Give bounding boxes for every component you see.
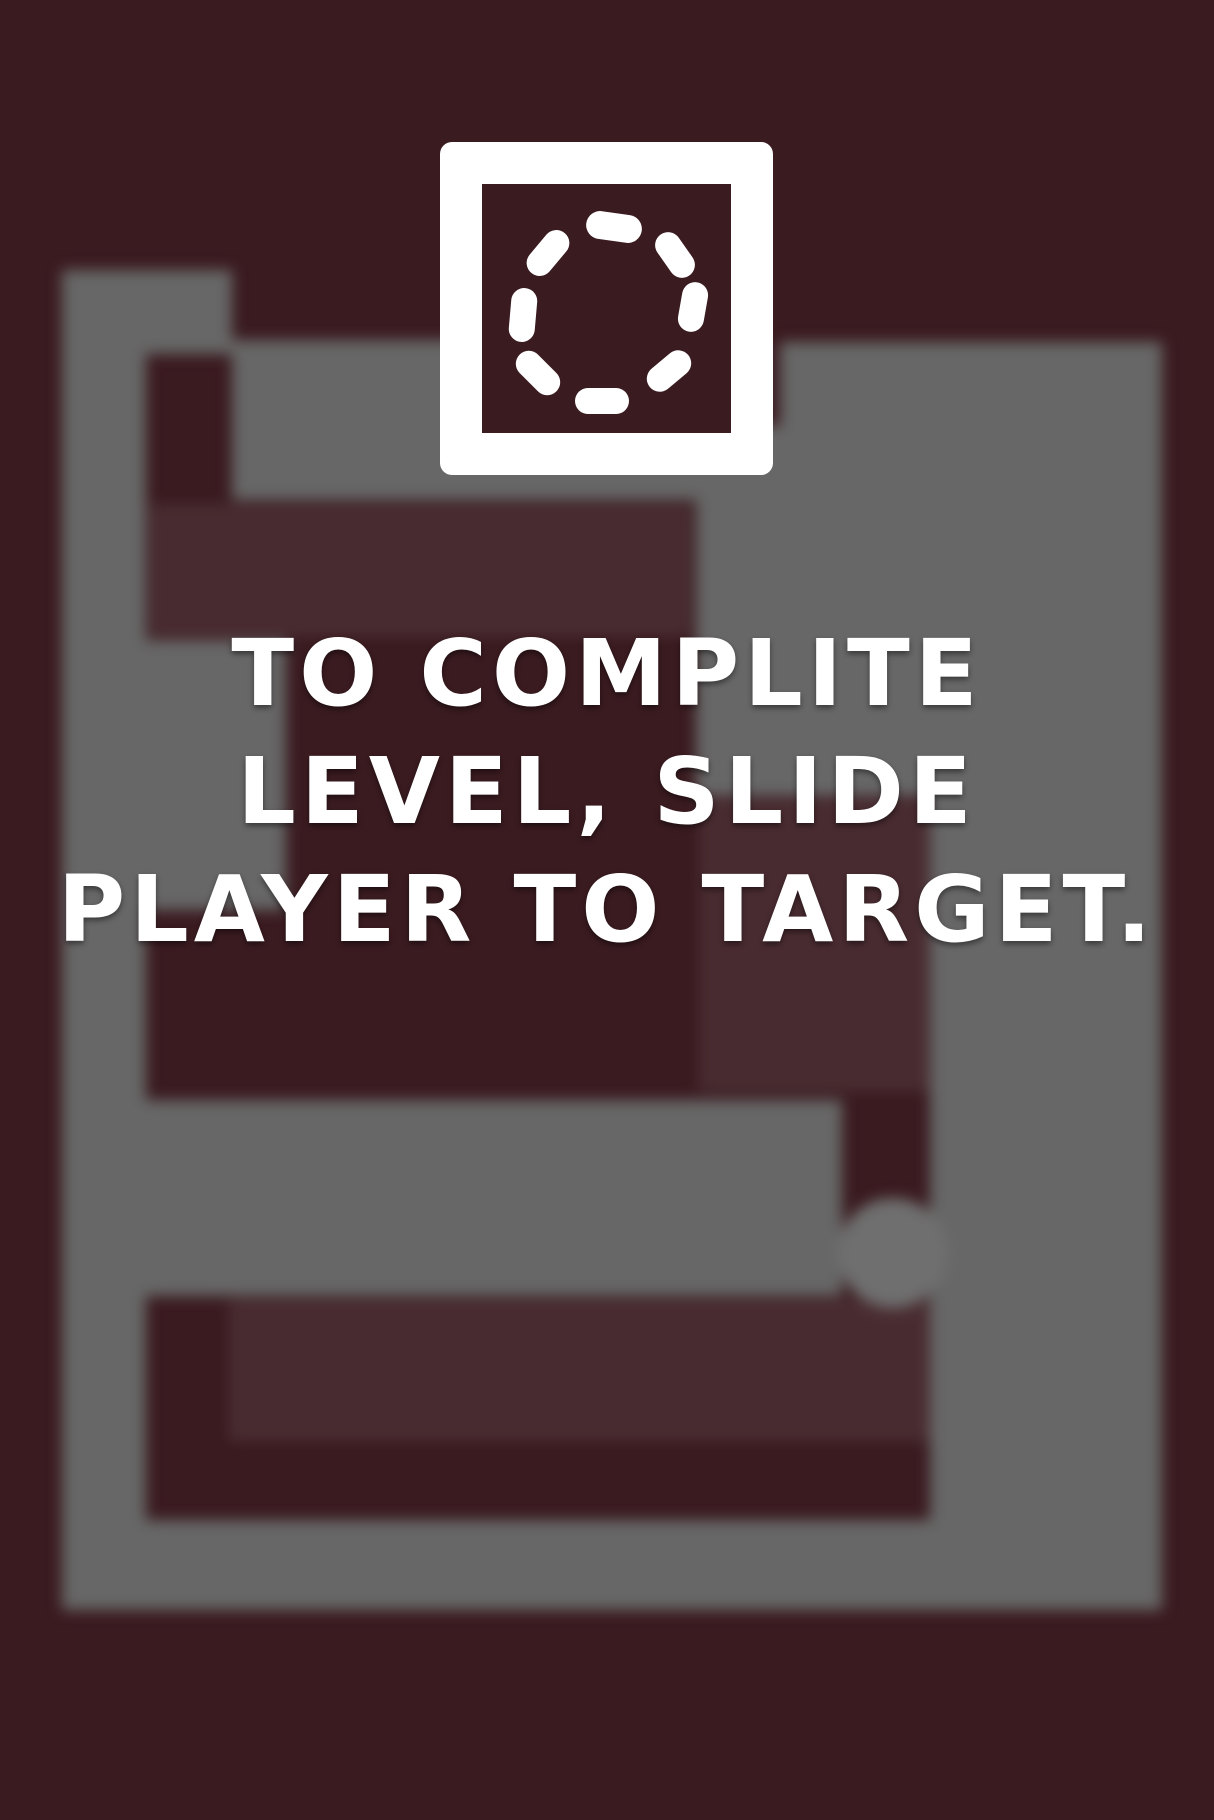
game-screen: TO COMPLITE LEVEL, SLIDE PLAYER TO TARGE…: [0, 0, 1214, 1820]
instruction-text: TO COMPLITE LEVEL, SLIDE PLAYER TO TARGE…: [20, 615, 1194, 969]
maze-wall-lower-left: [62, 1100, 842, 1296]
goal-icon: [440, 142, 773, 475]
instruction-line-1: TO COMPLITE: [231, 620, 983, 727]
instruction-line-2: LEVEL, SLIDE: [237, 738, 977, 845]
instruction-line-3: PLAYER TO TARGET.: [57, 856, 1157, 963]
maze-wall-top-left: [62, 270, 232, 354]
maze-hatch-region-3: [230, 1300, 930, 1440]
maze-wall-right: [930, 342, 1162, 1610]
target-ring-icon: [508, 211, 709, 414]
maze-wall-right-top: [780, 342, 1160, 426]
target-marker: [838, 1198, 948, 1308]
maze-wall-bottom: [62, 1520, 1162, 1610]
